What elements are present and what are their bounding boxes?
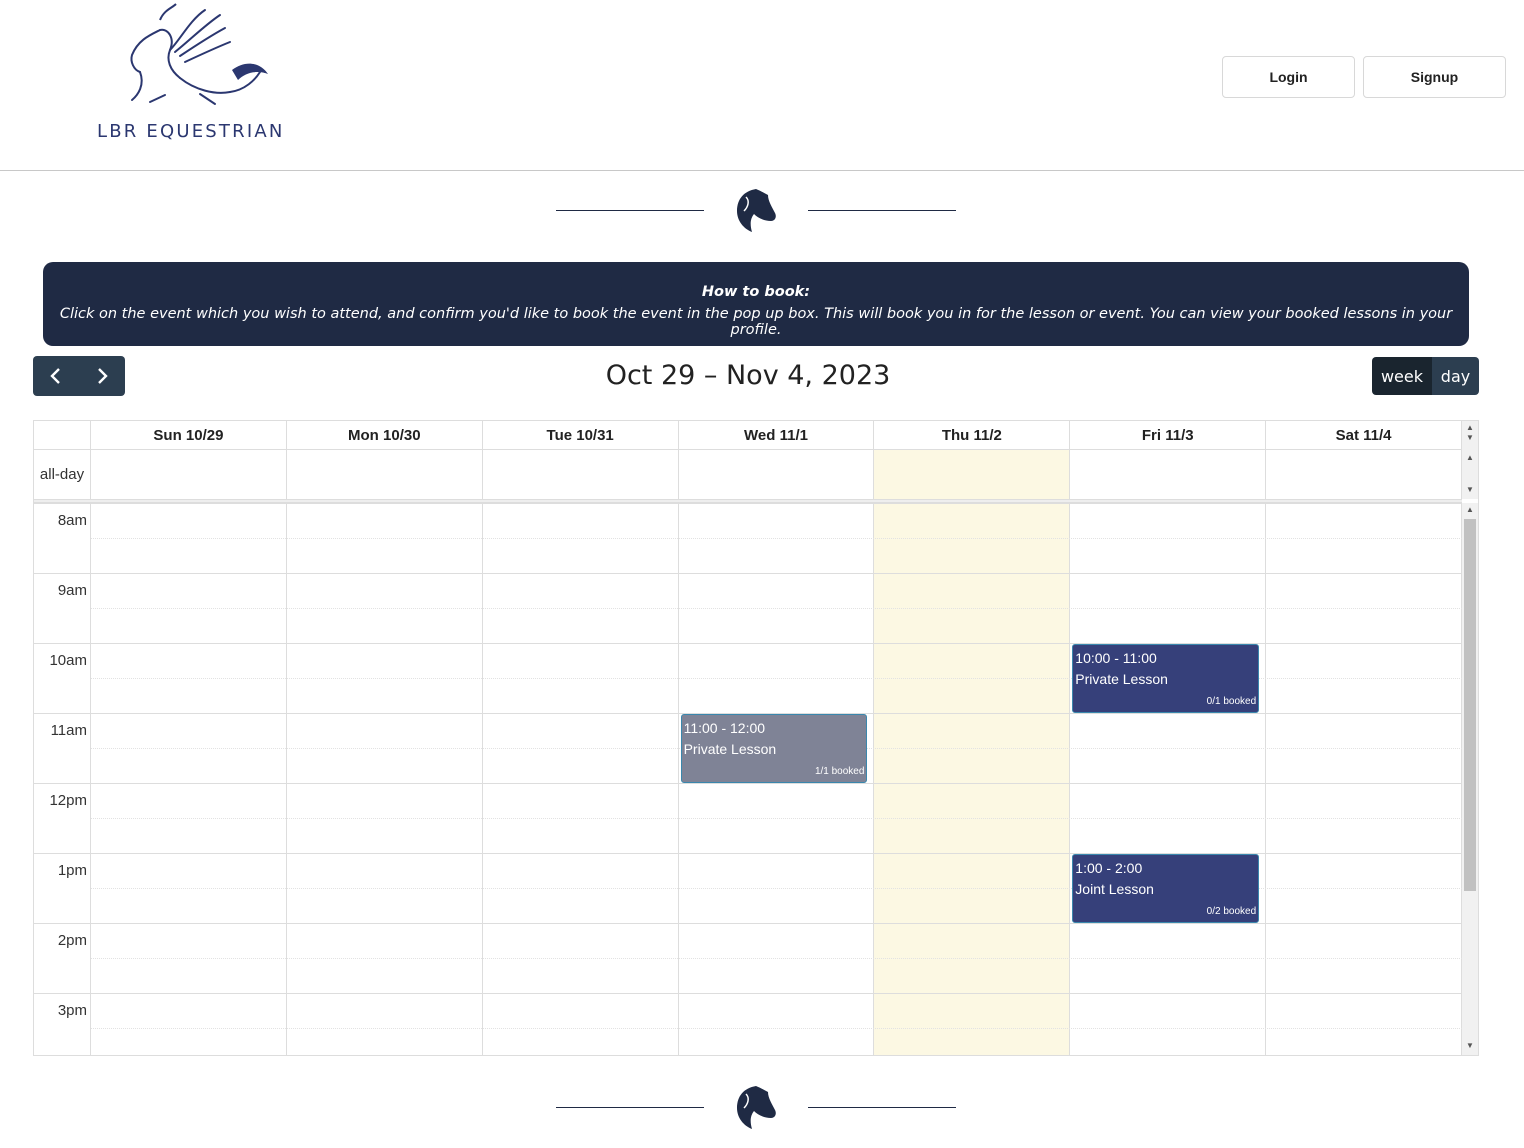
allday-cell[interactable] xyxy=(287,450,483,499)
day-header: Wed 11/1 xyxy=(678,421,875,450)
day-header: Fri 11/3 xyxy=(1070,421,1267,450)
pegasus-icon xyxy=(130,3,268,105)
gutter-line xyxy=(34,713,91,714)
time-label: 10am xyxy=(49,652,87,669)
hour-line xyxy=(91,573,1462,574)
brand-logo[interactable]: LBR EQUESTRIAN xyxy=(90,0,290,150)
horse-head-icon xyxy=(737,1086,776,1129)
date-range-title: Oct 29 – Nov 4, 2023 xyxy=(605,360,891,391)
half-hour-line xyxy=(91,958,1462,959)
horse-divider xyxy=(556,185,956,235)
scrollbar-thumb[interactable] xyxy=(1464,519,1476,891)
instructions-title: How to book: xyxy=(701,284,811,300)
event-booking-count: 1/1 booked xyxy=(814,766,865,777)
time-label: 8am xyxy=(57,512,87,529)
day-column[interactable] xyxy=(287,503,483,1055)
day-column-today[interactable] xyxy=(874,503,1071,1055)
time-label: 9am xyxy=(57,582,87,599)
login-button[interactable]: Login xyxy=(1222,56,1355,98)
gutter-line xyxy=(34,643,91,644)
scroll-down-icon[interactable]: ▼ xyxy=(1462,483,1478,497)
horse-head-icon xyxy=(737,189,776,232)
allday-label: all-day xyxy=(34,450,91,499)
day-header: Mon 10/30 xyxy=(286,421,483,450)
week-view-button[interactable]: week xyxy=(1372,357,1432,395)
day-column[interactable] xyxy=(91,503,287,1055)
event-time: 10:00 - 11:00 xyxy=(1075,650,1157,666)
day-header: Sat 11/4 xyxy=(1266,421,1463,450)
gutter-line xyxy=(34,503,91,504)
divider-line xyxy=(556,210,704,211)
gutter-line xyxy=(34,993,91,994)
time-label: 2pm xyxy=(57,932,87,949)
half-hour-line xyxy=(91,538,1462,539)
day-column[interactable] xyxy=(1070,503,1267,1055)
date-nav-group xyxy=(33,356,125,396)
calendar-event[interactable]: 11:00 - 12:00 Private Lesson 1/1 booked xyxy=(680,714,868,783)
time-label: 1pm xyxy=(57,862,87,879)
time-grid[interactable]: 8am 9am 10am 11am 12pm 1pm 2pm 3pm 10:00 - 11:00… xyxy=(34,503,1462,1055)
allday-cell[interactable] xyxy=(483,450,679,499)
event-time: 11:00 - 12:00 xyxy=(683,720,766,736)
time-label: 11am xyxy=(50,722,87,739)
event-booking-count: 0/2 booked xyxy=(1206,906,1257,917)
scroll-down-icon[interactable]: ▼ xyxy=(1462,431,1478,445)
divider-line xyxy=(808,1107,956,1108)
day-header: Sun 10/29 xyxy=(91,421,287,450)
booking-instructions: How to book: Click on the event which yo… xyxy=(43,262,1469,346)
day-view-button[interactable]: day xyxy=(1432,357,1479,395)
day-header: Thu 11/2 xyxy=(874,421,1071,450)
allday-cell[interactable] xyxy=(1070,450,1267,499)
gutter-line xyxy=(34,573,91,574)
calendar-event[interactable]: 10:00 - 11:00 Private Lesson 0/1 booked xyxy=(1072,644,1260,713)
brand-name: LBR EQUESTRIAN xyxy=(97,121,285,142)
allday-cell[interactable] xyxy=(1266,450,1463,499)
calendar-event[interactable]: 1:00 - 2:00 Joint Lesson 0/2 booked xyxy=(1072,854,1260,923)
event-booking-count: 0/1 booked xyxy=(1206,696,1257,707)
event-title: Joint Lesson xyxy=(1075,881,1154,897)
allday-cell[interactable] xyxy=(91,450,287,499)
event-title: Private Lesson xyxy=(1075,671,1168,687)
event-title: Private Lesson xyxy=(683,741,777,757)
prev-week-button[interactable] xyxy=(33,356,79,396)
half-hour-line xyxy=(91,608,1462,609)
hour-line xyxy=(91,993,1462,994)
day-column[interactable] xyxy=(1266,503,1462,1055)
half-hour-line xyxy=(91,1028,1462,1029)
day-header: Tue 10/31 xyxy=(482,421,679,450)
scroll-up-icon[interactable]: ▲ xyxy=(1462,451,1478,465)
allday-cell[interactable] xyxy=(874,450,1071,499)
hour-line xyxy=(91,923,1462,924)
chevron-left-icon xyxy=(50,368,60,384)
signup-button[interactable]: Signup xyxy=(1363,56,1506,98)
instructions-text: Click on the event which you wish to att… xyxy=(59,306,1453,338)
chevron-right-icon xyxy=(98,368,108,384)
allday-cell[interactable] xyxy=(679,450,875,499)
day-column[interactable] xyxy=(483,503,679,1055)
divider-line xyxy=(556,1107,704,1108)
gutter-line xyxy=(34,783,91,784)
time-grid-scrollbar[interactable]: ▲ ▼ xyxy=(1462,503,1478,1055)
horse-divider xyxy=(556,1082,956,1132)
gutter-line xyxy=(34,923,91,924)
allday-scrollbar[interactable]: ▲ ▼ ▲ ▼ xyxy=(1462,421,1478,499)
time-label: 3pm xyxy=(57,1002,87,1019)
site-header: LBR EQUESTRIAN Login Signup xyxy=(0,0,1524,171)
next-week-button[interactable] xyxy=(79,356,125,396)
week-calendar: Sun 10/29 Mon 10/30 Tue 10/31 Wed 11/1 Thu 1… xyxy=(33,420,1479,1056)
scroll-down-icon[interactable]: ▼ xyxy=(1462,1039,1478,1053)
gutter-line xyxy=(34,853,91,854)
scroll-up-icon[interactable]: ▲ xyxy=(1462,503,1478,517)
hour-line xyxy=(91,783,1462,784)
time-label: 12pm xyxy=(49,792,87,809)
divider-line xyxy=(808,210,956,211)
header-gutter xyxy=(34,421,91,450)
half-hour-line xyxy=(91,818,1462,819)
hour-line xyxy=(91,503,1462,504)
event-time: 1:00 - 2:00 xyxy=(1075,860,1143,876)
view-switcher: week day xyxy=(1372,357,1479,395)
